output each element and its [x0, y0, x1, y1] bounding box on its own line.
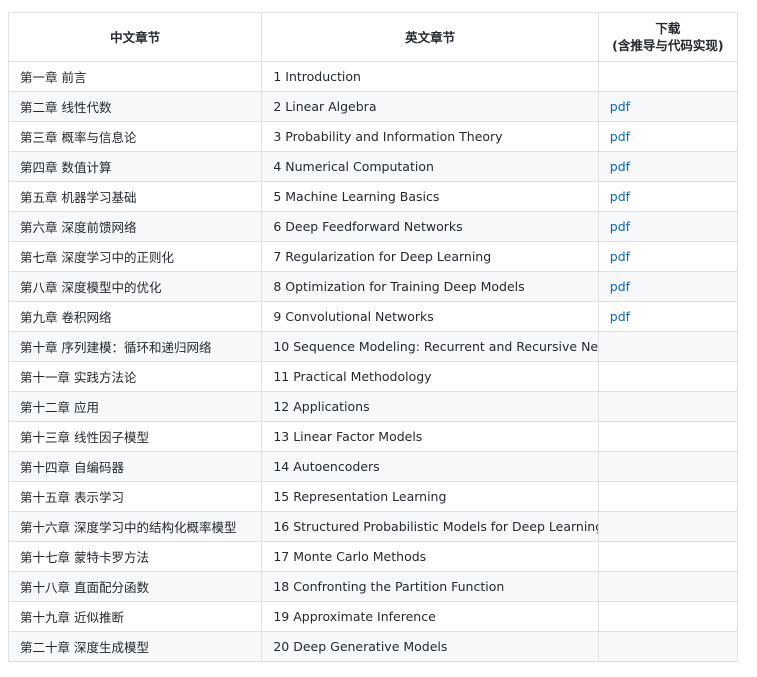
table-row: 第十二章 应用 12 Applications [7, 391, 739, 422]
cn-chapter-cell: 第十九章 近似推断 [7, 601, 263, 632]
cn-chapter-cell: 第十一章 实践方法论 [7, 361, 263, 392]
cn-chapter-cell: 第十八章 直面配分函数 [7, 571, 263, 602]
header-download-label: 下载 [655, 21, 681, 36]
download-cell: pdf [597, 271, 739, 302]
en-chapter-cell: 8 Optimization for Training Deep Models [261, 271, 599, 302]
pdf-download-link[interactable]: pdf [610, 189, 630, 204]
download-cell: pdf [597, 181, 739, 212]
cn-chapter-cell: 第一章 前言 [7, 61, 263, 92]
table-row: 第十八章 直面配分函数 18 Confronting the Partition … [7, 571, 739, 602]
table-row: 第三章 概率与信息论 3 Probability and Information … [7, 121, 739, 152]
cn-chapter-cell: 第十五章 表示学习 [7, 481, 263, 512]
cn-chapter-cell: 第三章 概率与信息论 [7, 121, 263, 152]
en-chapter-cell: 14 Autoencoders [261, 451, 599, 482]
download-cell: pdf [597, 121, 739, 152]
download-cell [597, 331, 739, 362]
download-cell [597, 571, 739, 602]
en-chapter-cell: 5 Machine Learning Basics [261, 181, 599, 212]
en-chapter-cell: 11 Practical Methodology [261, 361, 599, 392]
table-body: 第一章 前言 1 Introduction 第二章 线性代数 2 Linear Alg… [7, 61, 739, 662]
table-row: 第六章 深度前馈网络 6 Deep Feedforward Networks pdf [7, 211, 739, 242]
header-en-label: 英文章节 [405, 29, 456, 45]
pdf-download-link[interactable]: pdf [610, 279, 630, 294]
download-cell: pdf [597, 211, 739, 242]
download-cell [597, 391, 739, 422]
table-row: 第二章 线性代数 2 Linear Algebra pdf [7, 91, 739, 122]
table-row: 第十九章 近似推断 19 Approximate Inference [7, 601, 739, 632]
download-cell: pdf [597, 151, 739, 182]
cn-chapter-cell: 第六章 深度前馈网络 [7, 211, 263, 242]
pdf-download-link[interactable]: pdf [610, 99, 630, 114]
download-cell [597, 631, 739, 662]
download-cell: pdf [597, 91, 739, 122]
en-chapter-cell: 2 Linear Algebra [261, 91, 599, 122]
table-row: 第五章 机器学习基础 5 Machine Learning Basics pdf [7, 181, 739, 212]
en-chapter-cell: 18 Confronting the Partition Function [261, 571, 599, 602]
table-row: 第一章 前言 1 Introduction [7, 61, 739, 92]
header-download: 下载 (含推导与代码实现) [597, 12, 739, 62]
download-cell [597, 61, 739, 92]
cn-chapter-cell: 第十三章 线性因子模型 [7, 421, 263, 452]
cn-chapter-cell: 第十二章 应用 [7, 391, 263, 422]
pdf-download-link[interactable]: pdf [610, 219, 630, 234]
download-cell [597, 481, 739, 512]
download-cell: pdf [597, 241, 739, 272]
en-chapter-cell: 1 Introduction [261, 61, 599, 92]
en-chapter-cell: 15 Representation Learning [261, 481, 599, 512]
header-en-chapter: 英文章节 [261, 12, 599, 62]
table-row: 第十六章 深度学习中的结构化概率模型 16 Structured Probabil… [7, 511, 739, 542]
download-cell [597, 421, 739, 452]
cn-chapter-cell: 第九章 卷积网络 [7, 301, 263, 332]
en-chapter-cell: 10 Sequence Modeling: Recurrent and Recu… [261, 331, 599, 362]
download-cell [597, 541, 739, 572]
download-cell [597, 451, 739, 482]
download-cell [597, 601, 739, 632]
download-cell: pdf [597, 301, 739, 332]
table-row: 第二十章 深度生成模型 20 Deep Generative Models [7, 631, 739, 662]
table-row: 第十四章 自编码器 14 Autoencoders [7, 451, 739, 482]
cn-chapter-cell: 第二十章 深度生成模型 [7, 631, 263, 662]
en-chapter-cell: 7 Regularization for Deep Learning [261, 241, 599, 272]
en-chapter-cell: 3 Probability and Information Theory [261, 121, 599, 152]
cn-chapter-cell: 第十四章 自编码器 [7, 451, 263, 482]
download-cell [597, 361, 739, 392]
cn-chapter-cell: 第七章 深度学习中的正则化 [7, 241, 263, 272]
pdf-download-link[interactable]: pdf [610, 249, 630, 264]
pdf-download-link[interactable]: pdf [610, 159, 630, 174]
en-chapter-cell: 20 Deep Generative Models [261, 631, 599, 662]
table-row: 第八章 深度模型中的优化 8 Optimization for Training … [7, 271, 739, 302]
en-chapter-cell: 13 Linear Factor Models [261, 421, 599, 452]
table-row: 第十五章 表示学习 15 Representation Learning [7, 481, 739, 512]
cn-chapter-cell: 第八章 深度模型中的优化 [7, 271, 263, 302]
download-cell [597, 511, 739, 542]
table-row: 第十一章 实践方法论 11 Practical Methodology [7, 361, 739, 392]
en-chapter-cell: 6 Deep Feedforward Networks [261, 211, 599, 242]
header-cn-label: 中文章节 [110, 29, 161, 45]
cn-chapter-cell: 第四章 数值计算 [7, 151, 263, 182]
en-chapter-cell: 16 Structured Probabilistic Models for D… [261, 511, 599, 542]
en-chapter-cell: 9 Convolutional Networks [261, 301, 599, 332]
table-row: 第十七章 蒙特卡罗方法 17 Monte Carlo Methods [7, 541, 739, 572]
table-row: 第七章 深度学习中的正则化 7 Regularization for Deep L… [7, 241, 739, 272]
en-chapter-cell: 19 Approximate Inference [261, 601, 599, 632]
en-chapter-cell: 12 Applications [261, 391, 599, 422]
en-chapter-cell: 4 Numerical Computation [261, 151, 599, 182]
en-chapter-cell: 17 Monte Carlo Methods [261, 541, 599, 572]
cn-chapter-cell: 第二章 线性代数 [7, 91, 263, 122]
cn-chapter-cell: 第十章 序列建模：循环和递归网络 [7, 331, 263, 362]
header-download-note: (含推导与代码实现) [612, 38, 724, 53]
table-row: 第四章 数值计算 4 Numerical Computation pdf [7, 151, 739, 182]
table-header-row: 中文章节 英文章节 下载 (含推导与代码实现) [7, 12, 739, 62]
cn-chapter-cell: 第十七章 蒙特卡罗方法 [7, 541, 263, 572]
chapters-table: 中文章节 英文章节 下载 (含推导与代码实现) 第一章 前言 1 Introduc… [7, 12, 739, 662]
table-row: 第十章 序列建模：循环和递归网络 10 Sequence Modeling: Re… [7, 331, 739, 362]
cn-chapter-cell: 第十六章 深度学习中的结构化概率模型 [7, 511, 263, 542]
pdf-download-link[interactable]: pdf [610, 309, 630, 324]
header-cn-chapter: 中文章节 [7, 12, 263, 62]
table-row: 第十三章 线性因子模型 13 Linear Factor Models [7, 421, 739, 452]
table-row: 第九章 卷积网络 9 Convolutional Networks pdf [7, 301, 739, 332]
cn-chapter-cell: 第五章 机器学习基础 [7, 181, 263, 212]
pdf-download-link[interactable]: pdf [610, 129, 630, 144]
